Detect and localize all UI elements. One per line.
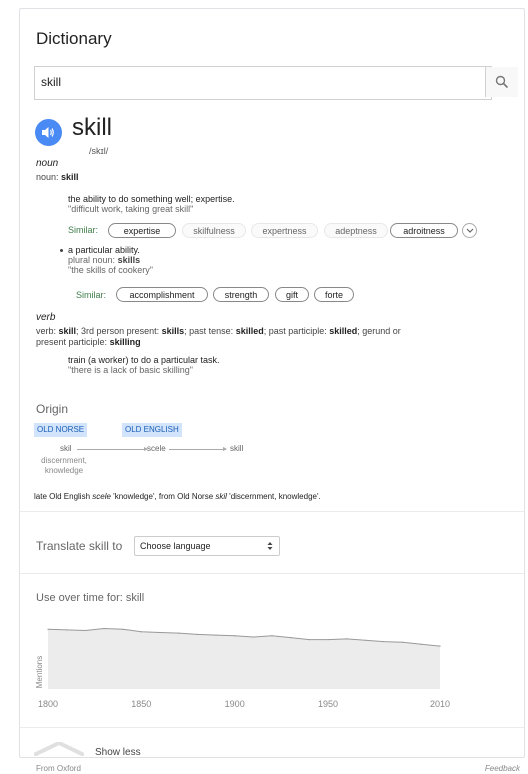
noun-sense2-plural: plural noun: skills [68,255,141,265]
x-tick-label: 1900 [225,699,245,709]
pos-noun: noun [36,158,59,169]
similar-label: Similar: [68,225,99,235]
verb-forms-line-2: present participle: skilling [36,337,141,347]
x-tick-label: 1950 [318,699,338,709]
panel-title: Dictionary [36,29,112,48]
similar-chip-expertness[interactable]: expertness [251,223,318,238]
usage-point [346,638,348,640]
usage-point [327,639,329,641]
usage-point [234,635,236,637]
usage-point [364,639,366,641]
select-arrows-icon [267,542,273,550]
chart-ylabel: Mentions [35,656,44,688]
speaker-icon [42,127,54,138]
usage-point [215,634,217,636]
x-tick-label: 1800 [38,699,58,709]
verb-definition: train (a worker) to do a particular task… [68,355,220,365]
verb-forms-line: verb: skill; 3rd person present: skills;… [36,326,401,336]
similar-chip-gift[interactable]: gift [275,287,309,302]
usage-point [290,637,292,639]
usage-point [122,628,124,630]
etymology-word-skil: skil [60,444,72,453]
usage-point [103,627,105,630]
pos-verb: verb [36,312,56,323]
similar-chip-accomplishment[interactable]: accomplishment [116,287,208,302]
usage-point [402,641,404,643]
usage-point [308,639,310,641]
usage-point [439,645,441,647]
search-icon [495,75,509,89]
language-select-value: Choose language [140,541,211,551]
etymology-word-skill: skill [230,444,244,453]
feedback-link[interactable]: Feedback [485,764,520,773]
search-box[interactable]: skill [34,66,518,100]
divider [20,511,524,512]
usage-area [48,628,440,689]
noun-sense2-definition: a particular ability. [68,245,140,255]
show-less-button[interactable]: Show less [95,747,141,757]
etymology-arrow [169,447,227,451]
usage-point [140,631,142,633]
dictionary-panel: Dictionary skill skill /skɪl/ noun noun:… [19,8,525,758]
usage-chart-title: Use over time for: skill [36,592,145,604]
usage-point [159,631,161,634]
expand-similar-button[interactable] [462,223,477,238]
noun-sense1-definition: the ability to do something well; expert… [68,194,235,204]
usage-point [47,628,49,630]
phonetic: /skɪl/ [89,146,109,156]
usage-point [271,635,273,637]
similar-chip-strength[interactable]: strength [213,287,269,302]
divider [20,727,524,728]
similar-label: Similar: [76,290,107,300]
similar-chip-skilfulness[interactable]: skilfulness [182,223,246,238]
origin-text: late Old English scele 'knowledge', from… [34,492,321,501]
usage-point [383,641,385,643]
origin-title: Origin [36,402,69,416]
chevron-up-icon[interactable] [34,742,84,756]
divider [20,573,524,574]
etymology-arrow [77,447,148,451]
usage-chart: Mentions 1800 1850 1900 1950 2010 [35,627,450,709]
etymology-word-scele: scele [147,444,166,453]
similar-chip-adeptness[interactable]: adeptness [324,223,388,238]
etymology-gloss: discernment, knowledge [41,456,87,475]
x-tick-label: 2010 [430,699,450,709]
source-credit: From Oxford [36,764,81,773]
search-input[interactable]: skill [41,75,61,89]
usage-point [196,633,198,635]
speaker-button[interactable] [35,119,62,146]
usage-point [252,636,254,638]
noun-head-line: noun: skill [36,172,79,182]
similar-chip-adroitness[interactable]: adroitness [390,223,458,238]
etymology-lang-old-english: OLD ENGLISH [122,423,182,437]
sense-bullet [60,249,63,252]
language-select[interactable]: Choose language [134,536,280,556]
x-tick-label: 1850 [131,699,151,709]
usage-point [66,629,68,631]
search-button[interactable] [485,67,518,97]
etymology-lang-old-norse: OLD NORSE [34,423,88,437]
usage-point [420,643,422,645]
usage-point [84,629,86,632]
verb-example: "there is a lack of basic skilling" [68,365,193,375]
headword: skill [72,114,112,141]
usage-point [178,632,180,634]
similar-chip-expertise[interactable]: expertise [108,223,176,238]
noun-sense2-example: "the skills of cookery" [68,265,153,275]
noun-sense1-example: "difficult work, taking great skill" [68,204,194,214]
similar-chip-forte[interactable]: forte [314,287,354,302]
chevron-down-icon [466,228,474,233]
translate-label: Translate skill to [36,539,123,553]
